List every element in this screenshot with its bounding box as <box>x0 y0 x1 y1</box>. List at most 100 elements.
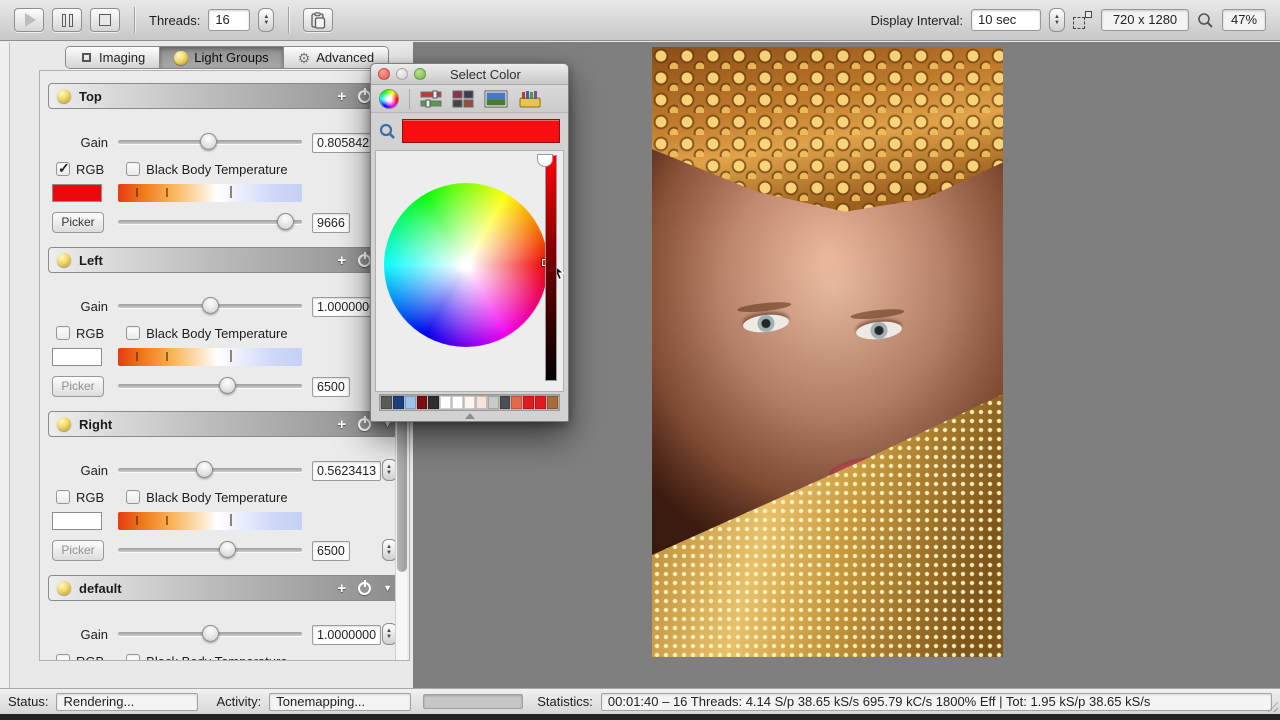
stop-render-button[interactable] <box>90 8 120 32</box>
lightbulb-icon <box>174 51 188 65</box>
picker-value-input[interactable]: 6500 <box>312 541 350 561</box>
sliders-mode-icon[interactable] <box>420 90 442 108</box>
gain-label: Gain <box>52 627 108 642</box>
palette-swatch[interactable] <box>440 396 451 409</box>
light-group: default + ▼ Gain 1.0000000 ▲▼ RGB Black … <box>48 575 401 661</box>
gain-value-input[interactable]: 1.0000000 <box>312 625 381 645</box>
black-body-checkbox[interactable] <box>126 490 140 504</box>
slider-thumb[interactable] <box>200 133 217 150</box>
crop-icon <box>80 51 93 64</box>
palette-swatch[interactable] <box>547 396 558 409</box>
black-body-checkbox[interactable] <box>126 654 140 661</box>
drawer-pull-icon[interactable] <box>465 413 475 419</box>
palette-swatch[interactable] <box>511 396 522 409</box>
palette-mode-icon[interactable] <box>452 90 474 108</box>
hue-wheel[interactable] <box>384 183 548 347</box>
play-icon <box>25 13 36 27</box>
zoom-icon[interactable] <box>1197 12 1214 29</box>
palette-swatch[interactable] <box>476 396 487 409</box>
tab-light-groups[interactable]: Light Groups <box>160 47 283 68</box>
color-swatch[interactable] <box>52 512 102 530</box>
palette-swatch[interactable] <box>535 396 546 409</box>
palette-swatch[interactable] <box>488 396 499 409</box>
palette-swatch[interactable] <box>464 396 475 409</box>
pause-render-button[interactable] <box>52 8 82 32</box>
copy-to-clipboard-button[interactable] <box>303 8 333 32</box>
light-group-header[interactable]: Right + ▼ <box>48 411 401 437</box>
slider-thumb[interactable] <box>277 213 294 230</box>
zoom-level-display: 47% <box>1222 9 1266 31</box>
palette-swatch[interactable] <box>452 396 463 409</box>
rgb-checkbox[interactable] <box>56 490 70 504</box>
picker-value-input[interactable]: 9666 <box>312 213 350 233</box>
add-icon[interactable]: + <box>337 581 346 596</box>
image-palettes-mode-icon[interactable] <box>484 90 508 108</box>
resolution-display: 720 x 1280 <box>1101 9 1189 31</box>
palette-swatch[interactable] <box>500 396 511 409</box>
gain-slider[interactable] <box>118 624 302 644</box>
resume-render-button[interactable] <box>14 8 44 32</box>
palette-swatch[interactable] <box>417 396 428 409</box>
palette-swatch[interactable] <box>393 396 404 409</box>
magnifier-icon[interactable] <box>379 123 396 140</box>
power-toggle-icon[interactable] <box>358 582 371 595</box>
color-swatch[interactable] <box>52 184 102 202</box>
add-icon[interactable]: + <box>337 417 346 432</box>
light-group-header[interactable]: default + ▼ <box>48 575 401 601</box>
picker-value-input[interactable]: 6500 <box>312 377 350 397</box>
black-body-checkbox[interactable] <box>126 326 140 340</box>
picker-slider[interactable] <box>118 540 302 560</box>
minimize-window-button[interactable] <box>396 68 408 80</box>
zoom-window-button[interactable] <box>414 68 426 80</box>
gain-slider[interactable] <box>118 132 302 152</box>
black-body-checkbox[interactable] <box>126 162 140 176</box>
lightbulb-icon <box>57 253 71 267</box>
rgb-checkbox[interactable] <box>56 326 70 340</box>
brightness-slider[interactable] <box>545 155 557 381</box>
light-group-title: Top <box>79 89 102 104</box>
picker-button[interactable]: Picker <box>52 540 104 561</box>
display-interval-input[interactable]: 10 sec <box>971 9 1041 31</box>
picker-slider[interactable] <box>118 212 302 232</box>
progress-bar <box>423 694 523 709</box>
light-group-header[interactable]: Top + ▼ <box>48 83 401 109</box>
light-group-header[interactable]: Left + ▼ <box>48 247 401 273</box>
slider-thumb[interactable] <box>196 461 213 478</box>
add-icon[interactable]: + <box>337 253 346 268</box>
black-body-gradient[interactable] <box>118 511 302 531</box>
picker-slider[interactable] <box>118 376 302 396</box>
resize-render-icon[interactable] <box>1073 11 1093 29</box>
palette-swatch[interactable] <box>523 396 534 409</box>
brightness-slider-handle[interactable] <box>537 154 553 167</box>
rgb-checkbox[interactable] <box>56 654 70 661</box>
tab-imaging[interactable]: Imaging <box>66 47 160 68</box>
chevron-down-icon[interactable]: ▼ <box>383 584 392 593</box>
black-body-gradient[interactable] <box>118 347 302 367</box>
gain-value-input[interactable]: 0.5623413 <box>312 461 381 481</box>
color-wheel-mode-icon[interactable] <box>379 89 399 109</box>
picker-button[interactable]: Picker <box>52 212 104 233</box>
palette-swatch[interactable] <box>405 396 416 409</box>
black-body-gradient[interactable] <box>118 183 302 203</box>
dialog-titlebar[interactable]: Select Color <box>371 64 568 85</box>
crayons-mode-icon[interactable] <box>518 90 542 108</box>
rgb-checkbox[interactable] <box>56 162 70 176</box>
screen-bottom-edge <box>0 714 1280 720</box>
slider-thumb[interactable] <box>219 541 236 558</box>
threads-input[interactable]: 16 <box>208 9 250 31</box>
close-window-button[interactable] <box>378 68 390 80</box>
add-icon[interactable]: + <box>337 89 346 104</box>
slider-thumb[interactable] <box>202 297 219 314</box>
picker-button[interactable]: Picker <box>52 376 104 397</box>
threads-stepper[interactable]: ▲▼ <box>258 8 274 32</box>
gain-slider[interactable] <box>118 460 302 480</box>
swatch-drawer <box>371 391 568 421</box>
color-wheel-panel <box>375 150 564 392</box>
display-interval-stepper[interactable]: ▲▼ <box>1049 8 1065 32</box>
palette-swatch[interactable] <box>428 396 439 409</box>
palette-swatch[interactable] <box>381 396 392 409</box>
slider-thumb[interactable] <box>202 625 219 642</box>
slider-thumb[interactable] <box>219 377 236 394</box>
color-swatch[interactable] <box>52 348 102 366</box>
gain-slider[interactable] <box>118 296 302 316</box>
